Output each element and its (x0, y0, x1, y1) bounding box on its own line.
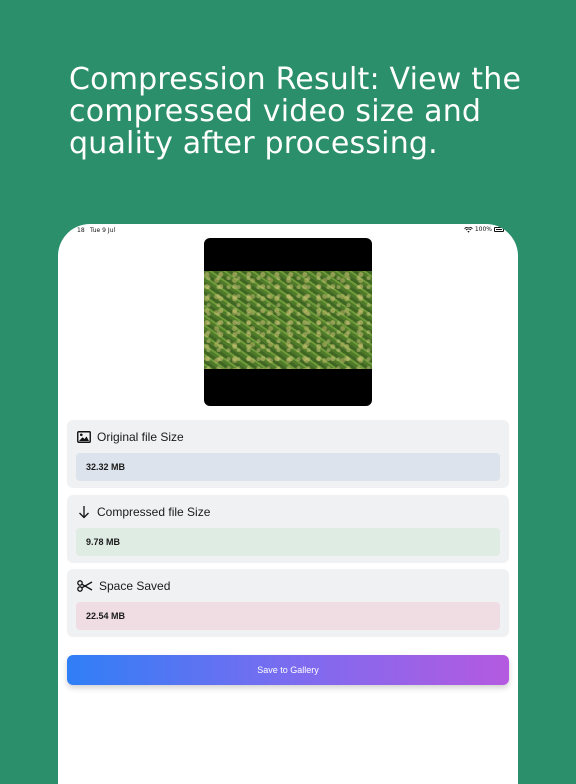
save-to-gallery-button[interactable]: Save to Gallery (67, 655, 509, 685)
original-size-label: Original file Size (97, 430, 184, 444)
space-saved-card: Space Saved 22.54 MB (67, 569, 509, 637)
status-bar: 18 Tue 9 Jul 100% (58, 224, 518, 238)
video-frame-grass (204, 271, 372, 369)
original-size-value: 32.32 MB (76, 453, 500, 481)
compressed-size-card: Compressed file Size 9.78 MB (67, 495, 509, 563)
compressed-size-value: 9.78 MB (76, 528, 500, 556)
scissors-icon (77, 579, 93, 593)
compressed-size-label-row: Compressed file Size (77, 505, 210, 519)
battery-percent: 100% (474, 226, 492, 233)
wifi-icon (464, 226, 473, 233)
device-screen: 18 Tue 9 Jul 100% Original file Size 32.… (58, 224, 518, 784)
original-size-card: Original file Size 32.32 MB (67, 420, 509, 488)
battery-icon (494, 227, 504, 232)
download-arrow-icon (77, 505, 91, 519)
headline-text: Compression Result: View the compressed … (69, 62, 522, 161)
compressed-size-label: Compressed file Size (97, 505, 211, 519)
space-saved-value: 22.54 MB (76, 602, 500, 630)
status-date: Tue 9 Jul (90, 227, 116, 234)
video-preview[interactable] (204, 238, 372, 406)
status-right: 100% (464, 226, 504, 233)
status-time: 18 (77, 227, 85, 234)
space-saved-label-row: Space Saved (77, 579, 170, 593)
original-size-label-row: Original file Size (77, 430, 184, 444)
space-saved-label: Space Saved (99, 579, 171, 593)
image-icon (77, 430, 91, 444)
